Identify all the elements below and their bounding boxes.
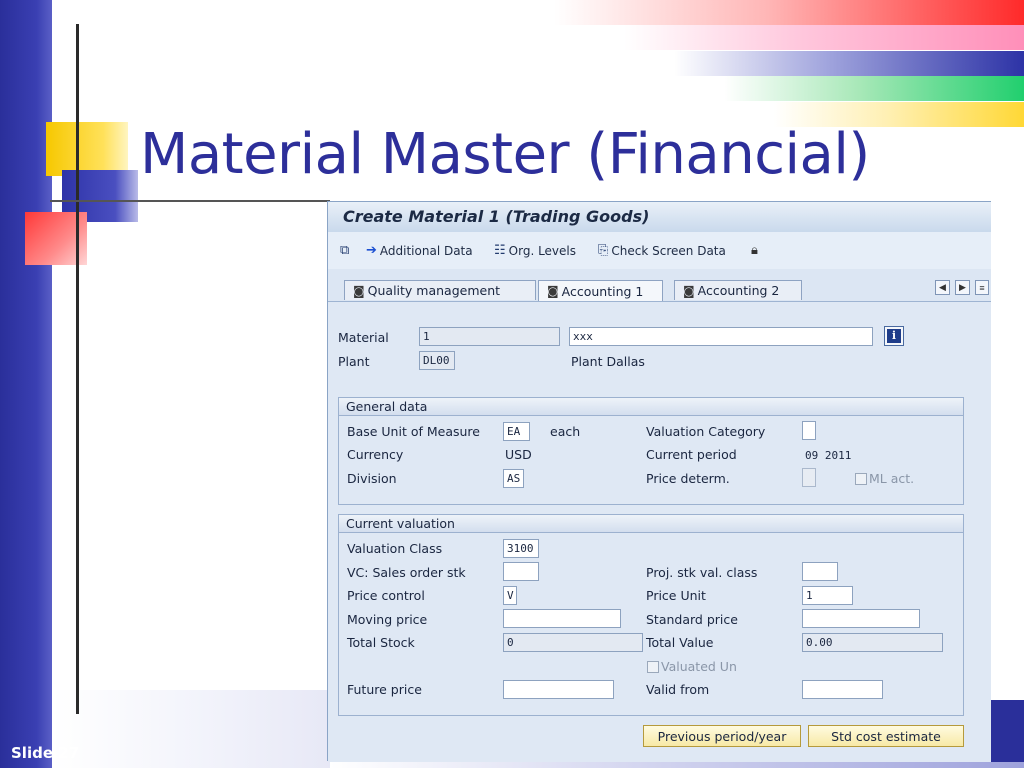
tab-icon: ◙ bbox=[683, 283, 695, 298]
std-cost-estimate-button[interactable]: Std cost estimate bbox=[808, 725, 964, 747]
slide-number: Slide 27 bbox=[11, 744, 80, 762]
general-data-group: General data Base Unit of Measure EA eac… bbox=[338, 397, 964, 505]
current-period-value: 09 2011 bbox=[805, 449, 852, 462]
decor-square-yellow bbox=[46, 122, 128, 176]
scroll-right-icon[interactable]: ▶ bbox=[955, 280, 970, 295]
other-views-button[interactable]: ⧉ bbox=[340, 243, 349, 258]
moving-price-field[interactable] bbox=[503, 609, 621, 628]
total-value-label: Total Value bbox=[646, 635, 714, 650]
sap-screenshot: Create Material 1 (Trading Goods) ⧉ ➔ Ad… bbox=[327, 201, 991, 762]
general-data-header: General data bbox=[339, 398, 963, 416]
division-label: Division bbox=[347, 471, 397, 486]
info-button[interactable]: i bbox=[884, 326, 904, 346]
valuated-un-checkbox[interactable] bbox=[647, 661, 659, 673]
total-value-field[interactable]: 0.00 bbox=[802, 633, 943, 652]
scroll-left-icon[interactable]: ◀ bbox=[935, 280, 950, 295]
info-icon: i bbox=[887, 329, 901, 343]
tab-label: Accounting 2 bbox=[697, 283, 780, 298]
left-accent-bar bbox=[0, 0, 52, 768]
check-screen-icon: ⎘ bbox=[598, 243, 609, 258]
division-field[interactable]: AS bbox=[503, 469, 524, 488]
price-unit-label: Price Unit bbox=[646, 588, 706, 603]
future-price-label: Future price bbox=[347, 682, 422, 697]
price-determ-label: Price determ. bbox=[646, 471, 730, 486]
lock-icon: 🔒︎ bbox=[751, 243, 758, 258]
future-price-field[interactable] bbox=[503, 680, 614, 699]
ml-act-checkbox[interactable] bbox=[855, 473, 867, 485]
price-control-field[interactable]: V bbox=[503, 586, 517, 605]
total-stock-field[interactable]: 0 bbox=[503, 633, 643, 652]
price-control-label: Price control bbox=[347, 588, 425, 603]
currency-label: Currency bbox=[347, 447, 404, 462]
valid-from-field[interactable] bbox=[802, 680, 883, 699]
slide-title: Material Master (Financial) bbox=[140, 122, 870, 187]
tab-strip: ◙ Quality management ◙ Accounting 1 ◙ Ac… bbox=[328, 269, 991, 301]
arrow-right-icon: ➔ bbox=[366, 243, 377, 258]
moving-price-label: Moving price bbox=[347, 612, 428, 627]
tab-accounting-1[interactable]: ◙ Accounting 1 bbox=[538, 280, 663, 301]
other-views-icon: ⧉ bbox=[340, 243, 350, 258]
current-valuation-group: Current valuation Valuation Class 3100 V… bbox=[338, 514, 964, 716]
tab-list-icon[interactable]: ≡ bbox=[975, 280, 989, 295]
decor-stripe-blue bbox=[674, 51, 1024, 76]
material-description-field[interactable]: xxx bbox=[569, 327, 873, 346]
vc-sales-order-field[interactable] bbox=[503, 562, 539, 581]
tab-icon: ◙ bbox=[547, 284, 559, 298]
currency-value: USD bbox=[505, 447, 532, 462]
vc-sales-order-label: VC: Sales order stk bbox=[347, 565, 466, 580]
proj-stk-label: Proj. stk val. class bbox=[646, 565, 758, 580]
base-uom-text: each bbox=[550, 424, 581, 439]
current-valuation-header: Current valuation bbox=[339, 515, 963, 533]
valuation-class-field[interactable]: 3100 bbox=[503, 539, 539, 558]
tab-label: Accounting 1 bbox=[561, 283, 644, 299]
valid-from-label: Valid from bbox=[646, 682, 710, 697]
price-unit-field[interactable]: 1 bbox=[802, 586, 853, 605]
decor-stripe-pink bbox=[624, 25, 1024, 50]
check-screen-data-button[interactable]: ⎘ Check Screen Data bbox=[598, 243, 726, 258]
tab-accounting-2[interactable]: ◙ Accounting 2 bbox=[674, 280, 802, 300]
vertical-rule bbox=[76, 24, 79, 714]
proj-stk-field[interactable] bbox=[802, 562, 838, 581]
plant-field[interactable]: DL00 bbox=[419, 351, 455, 370]
total-stock-label: Total Stock bbox=[347, 635, 415, 650]
valuation-category-label: Valuation Category bbox=[646, 424, 766, 439]
additional-data-label: Additional Data bbox=[379, 243, 473, 258]
org-levels-label: Org. Levels bbox=[508, 243, 576, 258]
material-field[interactable]: 1 bbox=[419, 327, 560, 346]
general-data-title: General data bbox=[346, 399, 428, 414]
ml-act-label: ML act. bbox=[869, 471, 915, 486]
sap-title-bar: Create Material 1 (Trading Goods) bbox=[328, 202, 991, 233]
valuation-category-field[interactable] bbox=[802, 421, 816, 440]
price-determ-field[interactable] bbox=[802, 468, 816, 487]
valuated-un-label: Valuated Un bbox=[661, 659, 737, 674]
horizontal-rule bbox=[50, 200, 330, 202]
sap-toolbar: ⧉ ➔ Additional Data ☷ Org. Levels ⎘ Chec… bbox=[328, 232, 991, 270]
tab-icon: ◙ bbox=[353, 283, 365, 298]
decor-block-bottom-right bbox=[990, 700, 1024, 768]
bottom-accent-line bbox=[330, 762, 1024, 768]
tab-quality-management[interactable]: ◙ Quality management bbox=[344, 280, 536, 300]
plant-label: Plant bbox=[338, 354, 370, 369]
standard-price-label: Standard price bbox=[646, 612, 738, 627]
org-levels-button[interactable]: ☷ Org. Levels bbox=[494, 243, 576, 258]
lock-button[interactable]: 🔒︎ bbox=[751, 243, 758, 258]
decor-stripe-red bbox=[554, 0, 1024, 25]
check-screen-data-label: Check Screen Data bbox=[611, 243, 726, 258]
current-period-label: Current period bbox=[646, 447, 737, 462]
org-levels-icon: ☷ bbox=[494, 243, 506, 258]
tab-content-accounting-1: Material 1 xxx i Plant DL00 Plant Dallas… bbox=[328, 301, 991, 762]
current-valuation-title: Current valuation bbox=[346, 516, 455, 531]
base-uom-field[interactable]: EA bbox=[503, 422, 530, 441]
standard-price-field[interactable] bbox=[802, 609, 920, 628]
bottom-gradient bbox=[52, 690, 332, 768]
valuation-class-label: Valuation Class bbox=[347, 541, 443, 556]
sap-window-title: Create Material 1 (Trading Goods) bbox=[343, 207, 650, 226]
tab-label: Quality management bbox=[367, 283, 501, 298]
plant-description: Plant Dallas bbox=[571, 354, 645, 369]
previous-period-button[interactable]: Previous period/year bbox=[643, 725, 801, 747]
decor-stripe-green bbox=[724, 76, 1024, 101]
material-label: Material bbox=[338, 330, 389, 345]
additional-data-button[interactable]: ➔ Additional Data bbox=[366, 243, 473, 258]
base-uom-label: Base Unit of Measure bbox=[347, 424, 480, 439]
